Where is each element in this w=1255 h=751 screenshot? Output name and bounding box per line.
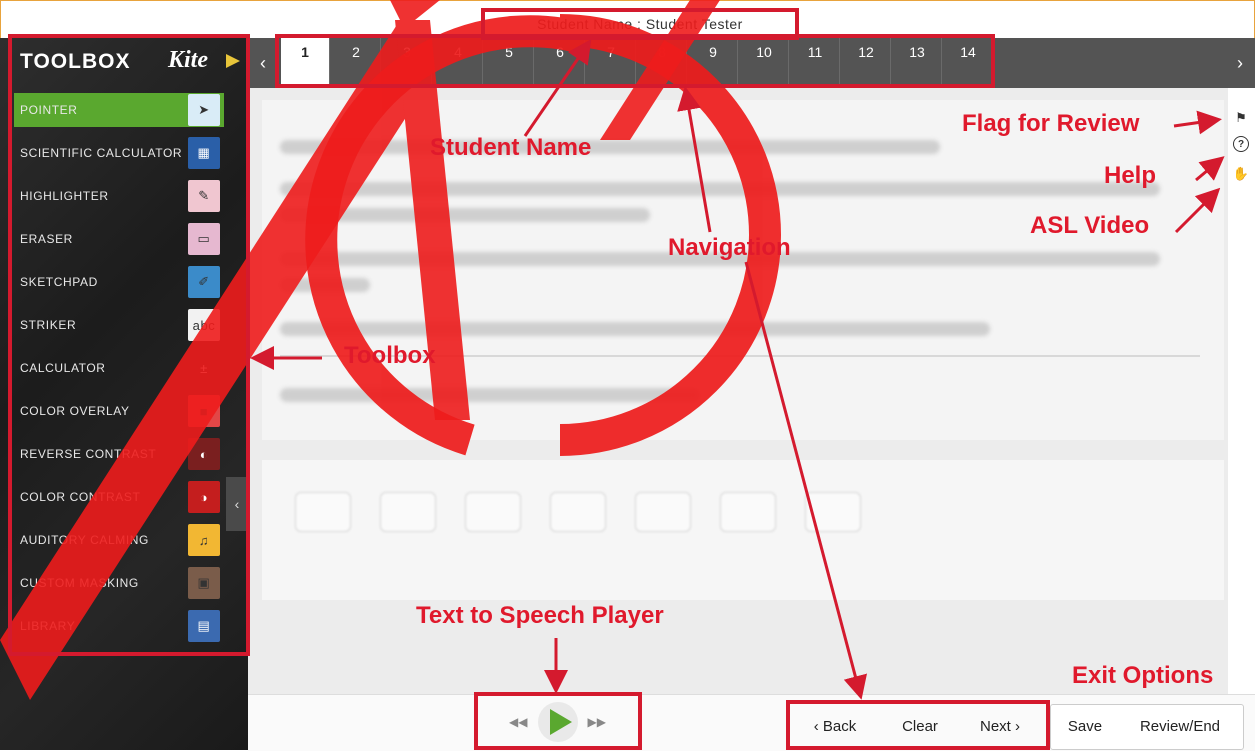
- blurred-text-line: [280, 388, 700, 402]
- annotation-toolbox: Toolbox: [344, 342, 436, 369]
- annotation-exit-options: Exit Options: [1072, 662, 1214, 689]
- annotation-help: Help: [1104, 162, 1157, 189]
- blurred-text-line: [280, 208, 650, 222]
- flag-icon[interactable]: ⚑: [1231, 108, 1251, 128]
- blurred-text-line: [280, 322, 990, 336]
- answer-chip[interactable]: [380, 492, 436, 532]
- annotation-text-to-speech: Text to Speech Player: [416, 602, 664, 629]
- blurred-text-line: [280, 278, 370, 292]
- blurred-text-line: [280, 140, 940, 154]
- annotation-navigation: Navigation: [668, 234, 791, 261]
- annotation-flag-for-review: Flag for Review: [962, 110, 1140, 137]
- answer-chip[interactable]: [550, 492, 606, 532]
- nav-next-arrow[interactable]: ›: [1225, 38, 1255, 88]
- review-end-button[interactable]: Review/End: [1120, 704, 1240, 748]
- save-button[interactable]: Save: [1055, 704, 1115, 748]
- nav-prev-arrow[interactable]: ‹: [248, 38, 278, 88]
- toolbox-highlight: [8, 34, 250, 656]
- answer-chip[interactable]: [805, 492, 861, 532]
- navigation-highlight: [275, 34, 995, 88]
- blurred-text-line: [280, 182, 1160, 196]
- exit-options-highlight: [786, 700, 1050, 750]
- answer-chip[interactable]: [465, 492, 521, 532]
- answer-chip[interactable]: [295, 492, 351, 532]
- answer-chip[interactable]: [720, 492, 776, 532]
- annotation-asl-video: ASL Video: [1030, 212, 1150, 239]
- tts-player-highlight: [474, 692, 642, 750]
- help-icon[interactable]: ?: [1233, 136, 1249, 152]
- answer-chip[interactable]: [635, 492, 691, 532]
- asl-video-icon[interactable]: ✋: [1231, 164, 1251, 184]
- annotation-student-name: Student Name: [430, 134, 592, 161]
